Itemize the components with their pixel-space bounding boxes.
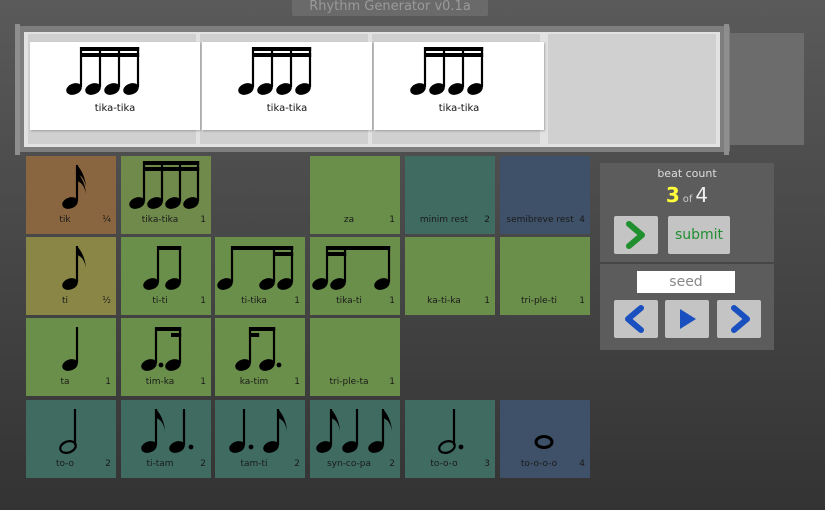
rhythm-tile-to-o-o[interactable]: to-o-o 3 <box>405 400 495 478</box>
seed-panel <box>600 264 774 350</box>
rhythm-name: syn-co-pa <box>326 459 372 469</box>
rhythm-name: ti-tika <box>241 296 267 306</box>
rhythm-beats: 1 <box>484 296 490 306</box>
play-button[interactable] <box>665 300 709 338</box>
staff-left-barline <box>15 24 20 155</box>
seed-input[interactable] <box>637 271 735 293</box>
previous-button[interactable] <box>614 300 658 338</box>
rhythm-tile-ti-ti[interactable]: ti-ti 1 <box>121 237 211 315</box>
chevron-right-icon <box>626 221 645 249</box>
rhythm-tile-ka-tim[interactable]: ka-tim 1 <box>215 318 305 396</box>
current-beat-count: 3 <box>665 183 680 207</box>
rhythm-name: ka-tim <box>239 377 269 387</box>
rhythm-beats: 1 <box>200 377 206 387</box>
rhythm-tile-ti-tika[interactable]: ti-tika 1 <box>215 237 305 315</box>
rhythm-tile-tika-tika[interactable]: tika-tika 1 <box>121 156 211 234</box>
rhythm-tile-za[interactable]: za 1 <box>310 156 400 234</box>
measure-1[interactable]: tika-tika <box>30 42 200 130</box>
submit-button[interactable]: submit <box>668 216 730 254</box>
rhythm-name: tim-ka <box>145 377 175 387</box>
rhythm-name: ti <box>61 296 69 306</box>
rhythm-name: semibreve rest <box>506 215 574 225</box>
staff-overflow-area <box>730 33 804 145</box>
rhythm-name: ta <box>60 377 70 387</box>
total-beat-count: 4 <box>695 183 709 207</box>
staff-right-barline[interactable] <box>724 24 729 155</box>
rhythm-beats: 1 <box>294 296 300 306</box>
play-icon <box>680 309 696 329</box>
rhythm-name: tri-ple-ti <box>520 296 557 306</box>
rhythm-beats: 4 <box>579 459 585 469</box>
measure-2[interactable]: tika-tika <box>202 42 372 130</box>
rhythm-tile-tri-ple-ta[interactable]: tri-ple-ta 1 <box>310 318 400 396</box>
rhythm-beats: 1 <box>294 377 300 387</box>
rhythm-beats: 2 <box>389 459 395 469</box>
rhythm-beats: 1 <box>389 377 395 387</box>
rhythm-name: to-o-o-o <box>520 459 558 469</box>
rhythm-tile-ti[interactable]: ti ¹⁄₂ <box>26 237 116 315</box>
rhythm-tile-tam-ti[interactable]: tam-ti 2 <box>215 400 305 478</box>
measure-label: tika-tika <box>94 103 136 114</box>
rhythm-tile-ti-tam[interactable]: ti-tam 2 <box>121 400 211 478</box>
beat-count-of: of <box>682 194 693 205</box>
next-beat-button[interactable] <box>614 216 658 254</box>
rhythm-name: ka-ti-ka <box>427 296 461 306</box>
beat-count-panel: beat count 3 of 4 submit <box>600 163 774 262</box>
rhythm-name: to-o <box>55 459 75 469</box>
rhythm-beats: 4 <box>579 215 585 225</box>
rhythm-beats: 2 <box>105 459 111 469</box>
rhythm-tile-tim-ka[interactable]: tim-ka 1 <box>121 318 211 396</box>
rhythm-beats: 1 <box>389 296 395 306</box>
rhythm-tile-semibreve-rest[interactable]: semibreve rest 4 <box>500 156 590 234</box>
rhythm-tile-tika-ti[interactable]: tika-ti 1 <box>310 237 400 315</box>
rhythm-name: tik <box>59 215 71 225</box>
measure-label: tika-tika <box>266 103 308 114</box>
rhythm-name: za <box>343 215 355 225</box>
measure-3[interactable]: tika-tika <box>374 42 544 130</box>
rhythm-name: ti-ti <box>152 296 168 306</box>
rhythm-beats: ¹⁄₄ <box>102 215 111 225</box>
rhythm-beats: 2 <box>294 459 300 469</box>
chevron-left-icon <box>625 305 644 333</box>
beat-count-value: 3 of 4 <box>600 183 774 207</box>
rhythm-tile-ka-ti-ka[interactable]: ka-ti-ka 1 <box>405 237 495 315</box>
rhythm-name: ti-tam <box>146 459 174 469</box>
rhythm-name: tika-tika <box>141 215 179 225</box>
rhythm-name: tam-ti <box>240 459 268 469</box>
rhythm-beats: 2 <box>200 459 206 469</box>
rhythm-name: tika-ti <box>336 296 362 306</box>
rhythm-beats: 1 <box>389 215 395 225</box>
rhythm-tile-tik[interactable]: tik ¹⁄₄ <box>26 156 116 234</box>
rhythm-tile-minim-rest[interactable]: minim rest 2 <box>405 156 495 234</box>
rhythm-name: minim rest <box>419 215 469 225</box>
beat-count-label: beat count <box>657 167 717 180</box>
rhythm-name: to-o-o <box>430 459 458 469</box>
rhythm-tile-to-o[interactable]: to-o 2 <box>26 400 116 478</box>
rhythm-beats: 1 <box>105 377 111 387</box>
measure-label: tika-tika <box>438 103 480 114</box>
rhythm-tile-syn-co-pa[interactable]: syn-co-pa 2 <box>310 400 400 478</box>
next-button[interactable] <box>717 300 761 338</box>
chevron-right-icon <box>731 305 750 333</box>
rhythm-tile-tri-ple-ti[interactable]: tri-ple-ti 1 <box>500 237 590 315</box>
rhythm-name: tri-ple-ta <box>329 377 369 387</box>
rhythm-tile-to-o-o-o[interactable]: to-o-o-o 4 <box>500 400 590 478</box>
rhythm-beats: 1 <box>200 215 206 225</box>
rhythm-beats: 1 <box>579 296 585 306</box>
rhythm-beats: ¹⁄₂ <box>102 296 111 306</box>
rhythm-tile-ta[interactable]: ta 1 <box>26 318 116 396</box>
rhythm-beats: 3 <box>484 459 490 469</box>
rhythm-beats: 2 <box>484 215 490 225</box>
app-title: Rhythm Generator v0.1a <box>292 0 488 16</box>
rhythm-beats: 1 <box>200 296 206 306</box>
measure-slot-4-empty[interactable] <box>548 34 716 144</box>
